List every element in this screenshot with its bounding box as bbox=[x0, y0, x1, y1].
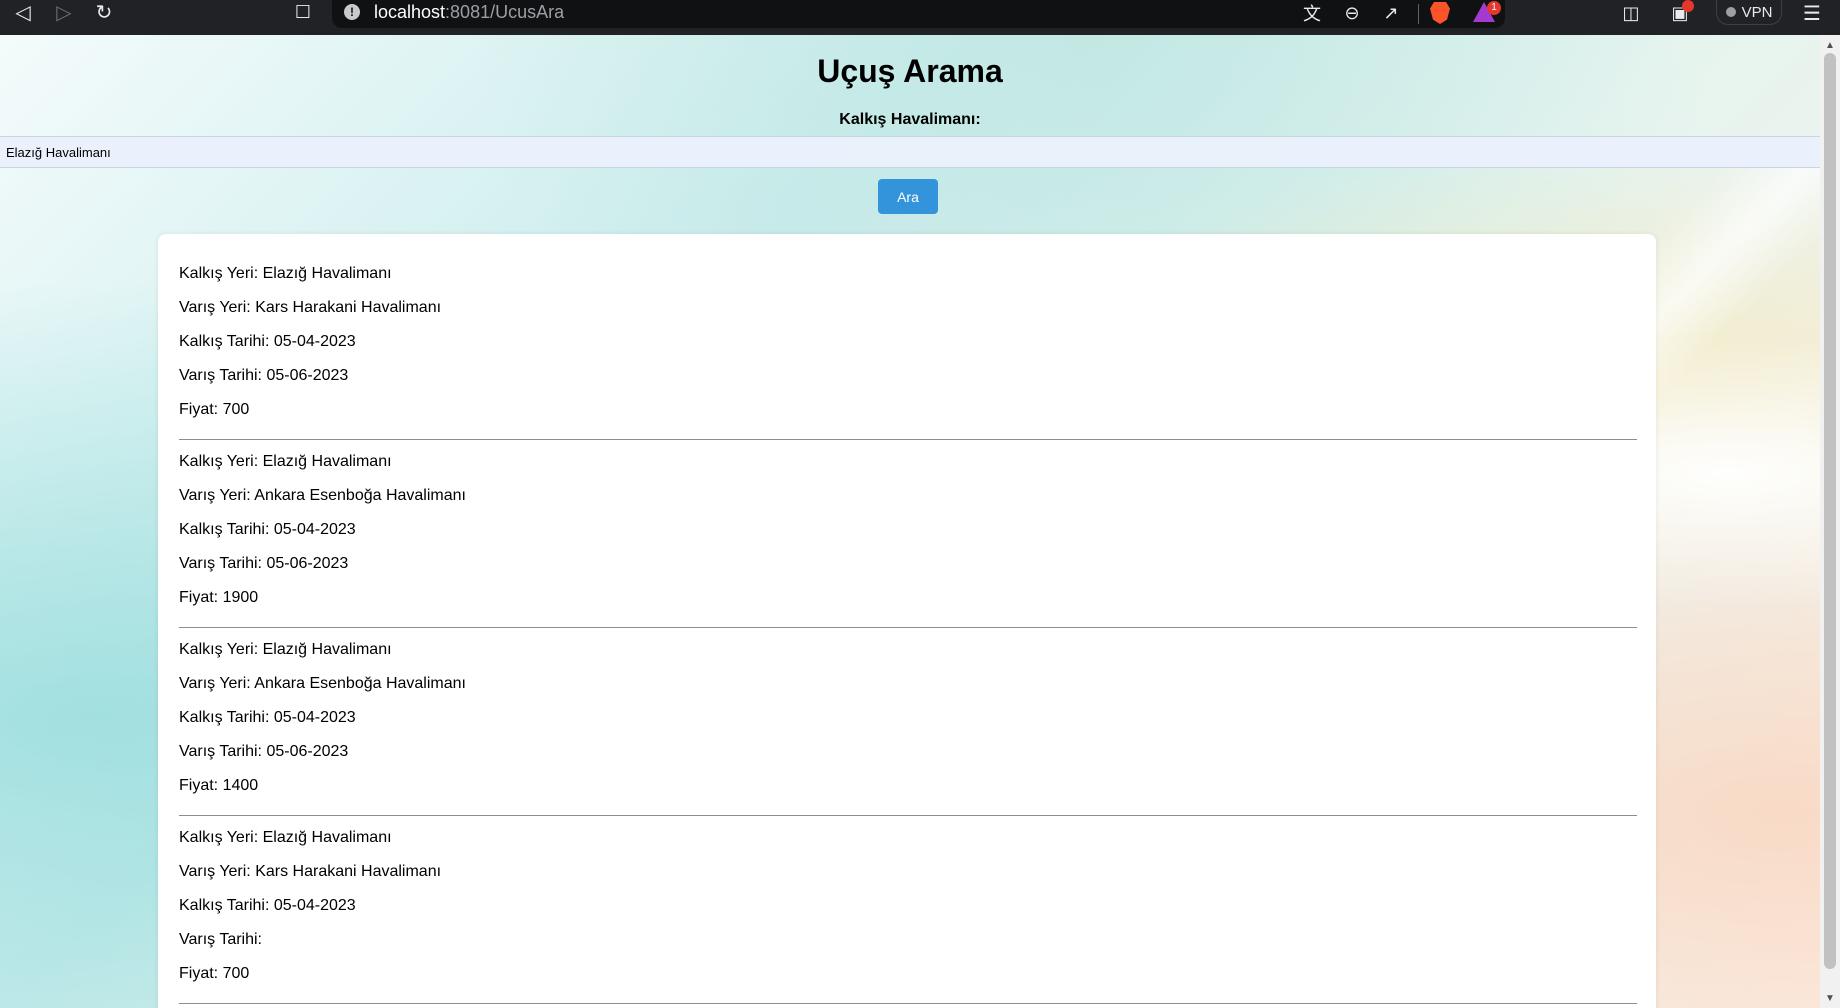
notification-badge: 1 bbox=[1487, 1, 1501, 15]
vpn-status-icon bbox=[1725, 7, 1736, 17]
flight-arrival-date: Varış Tarihi: 05-06-2023 bbox=[179, 743, 349, 760]
scroll-up-arrow-icon[interactable]: ▲ bbox=[1820, 37, 1840, 53]
back-icon[interactable]: ◁ bbox=[8, 0, 38, 24]
flight-arrival-place: Varış Yeri: Kars Harakani Havalimanı bbox=[179, 299, 442, 316]
vpn-button[interactable]: VPN bbox=[1716, 0, 1782, 25]
flight-arrival-date: Varış Tarihi: 05-06-2023 bbox=[179, 555, 349, 572]
browser-toolbar: ◁ ▷ ↻ ☐ ! localhost:8081/UcusAra 文 ⊖ ↗ 1… bbox=[0, 0, 1840, 35]
flight-arrival-place: Varış Yeri: Ankara Esenboğa Havalimanı bbox=[179, 675, 466, 692]
flight-divider bbox=[179, 627, 1637, 628]
departure-airport-select[interactable]: Elazığ Havalimanı bbox=[0, 136, 1820, 168]
flight-departure-place: Kalkış Yeri: Elazığ Havalimanı bbox=[179, 829, 392, 846]
translate-icon[interactable]: 文 bbox=[1298, 0, 1326, 26]
url-host: localhost bbox=[374, 2, 446, 22]
zoom-out-icon[interactable]: ⊖ bbox=[1338, 0, 1366, 26]
sidebar-icon[interactable]: ◫ bbox=[1617, 0, 1645, 26]
scrollbar-thumb[interactable] bbox=[1824, 53, 1836, 969]
page-title: Uçuş Arama bbox=[817, 53, 1003, 89]
vpn-label: VPN bbox=[1741, 3, 1773, 21]
flight-departure-date: Kalkış Tarihi: 05-04-2023 bbox=[179, 897, 356, 914]
flight-arrival-place: Varış Yeri: Kars Harakani Havalimanı bbox=[179, 863, 442, 880]
flight-departure-date: Kalkış Tarihi: 05-04-2023 bbox=[179, 521, 356, 538]
flight-results-panel: Kalkış Yeri: Elazığ Havalimanı Varış Yer… bbox=[158, 234, 1656, 1008]
menu-icon[interactable]: ☰ bbox=[1798, 0, 1826, 26]
url-path: :8081/UcusAra bbox=[445, 2, 565, 22]
bookmark-icon[interactable]: ☐ bbox=[288, 0, 318, 24]
info-icon[interactable]: ! bbox=[344, 4, 360, 20]
flight-divider bbox=[179, 815, 1637, 816]
reload-icon[interactable]: ↻ bbox=[89, 0, 119, 24]
page-scrollbar[interactable]: ▲ ▼ bbox=[1820, 35, 1840, 1008]
flight-arrival-place: Varış Yeri: Ankara Esenboğa Havalimanı bbox=[179, 487, 466, 504]
flight-arrival-date: Varış Tarihi: 05-06-2023 bbox=[179, 367, 349, 384]
address-bar[interactable]: ! localhost:8081/UcusAra 文 ⊖ ↗ bbox=[332, 0, 1505, 28]
toolbar-separator bbox=[1418, 4, 1419, 24]
forward-icon[interactable]: ▷ bbox=[49, 0, 79, 24]
flight-price: Fiyat: 700 bbox=[179, 401, 250, 418]
flight-departure-date: Kalkış Tarihi: 05-04-2023 bbox=[179, 333, 356, 350]
flight-departure-place: Kalkış Yeri: Elazığ Havalimanı bbox=[179, 265, 392, 282]
wallet-badge bbox=[1682, 0, 1694, 12]
search-button[interactable]: Ara bbox=[878, 179, 938, 214]
flight-price: Fiyat: 700 bbox=[179, 965, 250, 982]
flight-departure-place: Kalkış Yeri: Elazığ Havalimanı bbox=[179, 641, 392, 658]
flight-price: Fiyat: 1900 bbox=[179, 589, 259, 606]
flight-departure-place: Kalkış Yeri: Elazığ Havalimanı bbox=[179, 453, 392, 470]
page-viewport: Uçuş Arama Kalkış Havalimanı: Elazığ Hav… bbox=[0, 35, 1820, 1008]
flight-price: Fiyat: 1400 bbox=[179, 777, 259, 794]
departure-airport-label: Kalkış Havalimanı: bbox=[839, 111, 981, 128]
url-text[interactable]: localhost:8081/UcusAra bbox=[374, 1, 564, 23]
flight-divider bbox=[179, 439, 1637, 440]
share-icon[interactable]: ↗ bbox=[1377, 0, 1405, 26]
flight-departure-date: Kalkış Tarihi: 05-04-2023 bbox=[179, 709, 356, 726]
flight-divider bbox=[179, 1003, 1637, 1004]
flight-arrival-date: Varış Tarihi: bbox=[179, 931, 262, 948]
scroll-down-arrow-icon[interactable]: ▼ bbox=[1820, 990, 1840, 1006]
